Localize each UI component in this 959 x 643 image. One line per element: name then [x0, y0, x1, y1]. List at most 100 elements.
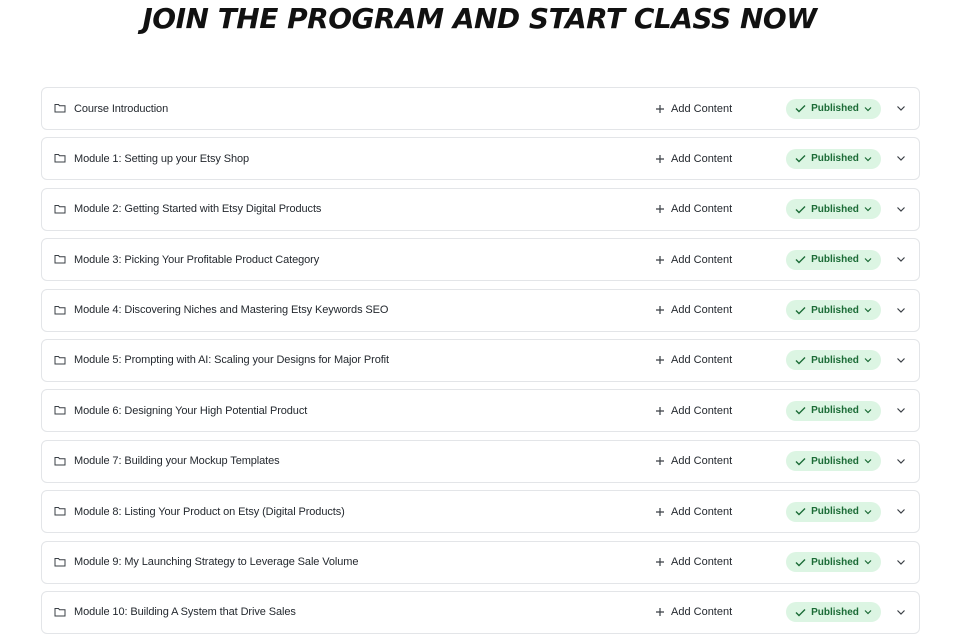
chevron-down-icon[interactable]: [896, 155, 906, 162]
add-content-button[interactable]: Add Content: [655, 556, 732, 568]
status-badge[interactable]: Published: [786, 501, 881, 522]
chevron-down-icon[interactable]: [896, 458, 906, 465]
status-badge[interactable]: Published: [786, 451, 881, 472]
module-list: Course Introduction Add Content Publishe…: [41, 87, 920, 641]
add-content-label: Add Content: [671, 304, 733, 317]
add-content-label: Add Content: [671, 606, 733, 619]
status-badge[interactable]: Published: [786, 249, 881, 270]
status-label: Published: [811, 354, 859, 366]
folder-icon: [54, 456, 66, 466]
module-row[interactable]: Module 8: Listing Your Product on Etsy (…: [41, 490, 920, 534]
add-content-label: Add Content: [671, 505, 733, 518]
add-content-label: Add Content: [671, 556, 733, 569]
folder-icon: [54, 104, 66, 113]
check-icon: [795, 105, 806, 113]
status-label: Published: [811, 153, 859, 165]
check-icon: [795, 356, 806, 365]
status-badge[interactable]: Published: [786, 552, 881, 573]
chevron-down-icon[interactable]: [896, 559, 906, 566]
status-label: Published: [811, 304, 859, 316]
plus-icon: [656, 205, 664, 214]
chevron-down-icon[interactable]: [896, 256, 906, 263]
add-content-button[interactable]: Add Content: [655, 606, 732, 618]
check-icon: [795, 558, 806, 567]
module-title: Module 10: Building A System that Drive …: [74, 606, 296, 619]
add-content-label: Add Content: [671, 455, 733, 468]
add-content-button[interactable]: Add Content: [655, 103, 732, 115]
add-content-label: Add Content: [671, 404, 733, 417]
check-icon: [795, 407, 806, 415]
module-row[interactable]: Module 3: Picking Your Profitable Produc…: [41, 238, 920, 282]
module-title: Module 7: Building your Mockup Templates: [74, 455, 280, 468]
module-row[interactable]: Course Introduction Add Content Publishe…: [41, 87, 920, 130]
check-icon: [795, 256, 806, 264]
add-content-button[interactable]: Add Content: [655, 254, 732, 266]
module-row[interactable]: Module 9: My Launching Strategy to Lever…: [41, 540, 920, 584]
module-row[interactable]: Module 1: Setting up your Etsy Shop Add …: [41, 137, 920, 181]
plus-icon: [656, 104, 664, 113]
status-label: Published: [811, 556, 859, 568]
chevron-down-icon[interactable]: [896, 357, 906, 364]
folder-icon: [54, 507, 66, 516]
chevron-down-icon: [864, 408, 872, 414]
folder-icon: [54, 154, 66, 163]
folder-icon: [54, 406, 66, 415]
chevron-down-icon: [864, 358, 872, 363]
add-content-label: Add Content: [671, 203, 733, 216]
status-badge[interactable]: Published: [786, 199, 881, 220]
add-content-button[interactable]: Add Content: [655, 506, 732, 518]
add-content-label: Add Content: [671, 354, 733, 367]
add-content-button[interactable]: Add Content: [655, 455, 732, 467]
status-label: Published: [811, 203, 859, 215]
module-row[interactable]: Module 10: Building A System that Drive …: [41, 590, 920, 634]
add-content-button[interactable]: Add Content: [655, 153, 732, 165]
status-badge[interactable]: Published: [786, 148, 881, 169]
module-title: Module 8: Listing Your Product on Etsy (…: [74, 505, 345, 518]
add-content-button[interactable]: Add Content: [655, 304, 732, 316]
add-content-button[interactable]: Add Content: [655, 354, 732, 366]
check-icon: [795, 608, 806, 617]
plus-icon: [656, 306, 664, 315]
status-label: Published: [811, 506, 859, 518]
chevron-down-icon: [864, 459, 872, 464]
check-icon: [795, 457, 806, 466]
chevron-down-icon[interactable]: [896, 206, 906, 213]
chevron-down-icon[interactable]: [896, 105, 906, 112]
chevron-down-icon: [864, 509, 872, 514]
module-row[interactable]: Module 5: Prompting with AI: Scaling you…: [41, 338, 920, 382]
folder-icon: [54, 607, 66, 617]
status-label: Published: [811, 455, 859, 467]
plus-icon: [656, 255, 664, 264]
folder-icon: [54, 305, 66, 315]
module-title: Module 3: Picking Your Profitable Produc…: [74, 253, 320, 266]
module-row[interactable]: Module 6: Designing Your High Potential …: [41, 389, 920, 433]
status-badge[interactable]: Published: [786, 400, 881, 421]
add-content-label: Add Content: [671, 102, 733, 115]
folder-icon: [54, 557, 66, 567]
chevron-down-icon[interactable]: [896, 307, 906, 314]
add-content-button[interactable]: Add Content: [655, 405, 732, 417]
folder-icon: [54, 204, 66, 214]
plus-icon: [656, 356, 664, 365]
status-label: Published: [811, 103, 859, 114]
folder-icon: [54, 355, 66, 365]
chevron-down-icon: [864, 257, 872, 263]
check-icon: [795, 306, 806, 315]
chevron-down-icon: [864, 610, 872, 615]
chevron-down-icon[interactable]: [896, 508, 906, 515]
chevron-down-icon[interactable]: [896, 609, 906, 616]
page-title: JOIN THE PROGRAM AND START CLASS NOW: [142, 2, 817, 35]
add-content-label: Add Content: [671, 253, 733, 266]
chevron-down-icon[interactable]: [896, 407, 906, 414]
module-row[interactable]: Module 2: Getting Started with Etsy Digi…: [41, 187, 920, 231]
status-badge[interactable]: Published: [786, 98, 881, 119]
check-icon: [795, 155, 806, 163]
chevron-down-icon: [864, 156, 872, 162]
add-content-button[interactable]: Add Content: [655, 203, 732, 215]
module-row[interactable]: Module 4: Discovering Niches and Masteri…: [41, 288, 920, 332]
plus-icon: [656, 406, 664, 415]
module-row[interactable]: Module 7: Building your Mockup Templates…: [41, 439, 920, 483]
status-badge[interactable]: Published: [786, 602, 881, 623]
status-badge[interactable]: Published: [786, 350, 881, 371]
status-badge[interactable]: Published: [786, 300, 881, 321]
